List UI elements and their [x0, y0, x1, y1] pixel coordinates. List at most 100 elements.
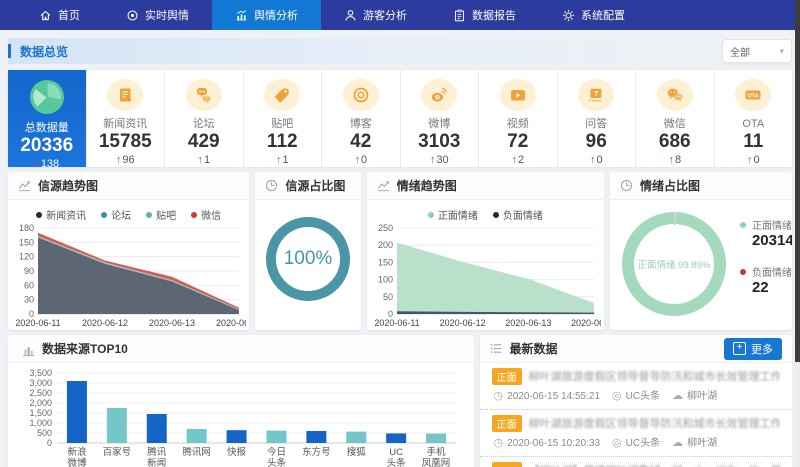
svg-text:2020-06-14: 2020-06-14: [571, 318, 601, 328]
legend-item: 负面情绪: [493, 207, 543, 222]
stat-delta: ↑0: [590, 153, 603, 167]
delta-value: 96: [122, 154, 134, 166]
news-meta: ◷2020-06-15 14:55:21◎UC头条☁柳叶湖: [492, 390, 780, 403]
stat-card-2[interactable]: 新闻资讯15785↑96: [87, 70, 166, 167]
nav-item-6[interactable]: 系统配置: [539, 0, 648, 30]
chart-legend: 新闻资讯论坛贴吧微信: [8, 200, 249, 223]
svg-text:150: 150: [378, 257, 393, 267]
up-arrow-icon: ↑: [430, 154, 436, 166]
stat-card-6[interactable]: 微博3103↑30: [401, 70, 480, 167]
panel-header: 数据来源TOP10: [8, 335, 474, 363]
svg-text:2020-06-13: 2020-06-13: [505, 318, 551, 328]
news-list: 正面柳叶湖旅游度假区领导督导防汛和城市长效管理工作◷2020-06-15 14:…: [480, 363, 792, 467]
news-time: 2020-06-15 14:55:21: [507, 390, 600, 403]
up-arrow-icon: ↑: [116, 154, 122, 166]
svg-text:2020-06-11: 2020-06-11: [374, 318, 419, 328]
home-icon: [39, 9, 52, 22]
stat-card-7[interactable]: 视频72↑2: [479, 70, 558, 167]
target-icon: [126, 9, 139, 22]
stat-value: 96: [586, 131, 607, 153]
nav-item-4[interactable]: 游客分析: [321, 0, 430, 30]
svg-text:搜狐: 搜狐: [347, 446, 367, 458]
data-range-select[interactable]: 全部 ▾: [722, 39, 792, 63]
stat-value: 3103: [418, 131, 460, 153]
svg-text:30: 30: [24, 295, 34, 305]
sentiment-badge: 正面: [492, 462, 522, 467]
stat-card-9[interactable]: 微信686↑8: [636, 70, 715, 167]
sentiment-trend-chart: 0501001502002502020-06-112020-06-122020-…: [367, 223, 601, 329]
stat-delta: ↑0: [354, 153, 367, 167]
svg-text:1,500: 1,500: [29, 408, 52, 418]
stat-card-4[interactable]: 贴吧112↑1: [244, 70, 323, 167]
nav-item-2[interactable]: 实时舆情: [103, 0, 212, 30]
top-nav: 首页 实时舆情舆情分析游客分析数据报告系统配置: [0, 0, 800, 30]
news-title: 柳叶湖旅游度假区领导督导防汛和城市长效管理工作: [529, 368, 780, 384]
svg-text:2020-06-13: 2020-06-13: [149, 318, 195, 328]
legend-item: 贴吧: [146, 207, 176, 222]
news-source-group: ◎UC头条: [612, 390, 660, 403]
stat-delta: ↑8: [668, 153, 681, 167]
news-item-3[interactable]: 正面【柳叶湖】常德柳叶湖集城、湖、山、洲为一体，是天然氧吧的生态综合旅…◷202…: [480, 457, 792, 467]
stat-label: 微信: [664, 118, 686, 131]
scrollbar[interactable]: [795, 0, 800, 467]
legend-value: 22: [752, 279, 792, 297]
stat-card-10[interactable]: OTAOTA11↑0: [715, 70, 793, 167]
report-icon: [453, 9, 466, 22]
charts-row: 信源趋势图 新闻资讯论坛贴吧微信 03060901201501802020-06…: [8, 172, 792, 330]
nav-item-label: 首页: [58, 7, 80, 23]
clock-icon: ◷: [494, 390, 504, 403]
stat-card-5[interactable]: 博客42↑0: [322, 70, 401, 167]
legend-dot: [740, 269, 746, 275]
delta-value: 0: [753, 154, 759, 166]
svg-text:180: 180: [19, 223, 34, 233]
sentiment-legend-item: 正面情绪20314: [740, 217, 792, 250]
news-source-group: ◎UC头条: [612, 437, 660, 450]
news-author-group: ☁柳叶湖: [672, 437, 717, 450]
news-item-2[interactable]: 正面柳叶湖旅游度假区领导督导防汛和城市长效管理工作◷2020-06-15 10:…: [480, 410, 792, 457]
legend-label: 新闻资讯: [46, 207, 86, 222]
globe-icon: ◎: [612, 390, 622, 403]
panel-title: 信源趋势图: [38, 177, 98, 194]
nav-item-1[interactable]: 首页: [16, 0, 103, 30]
panel-title: 最新数据: [510, 340, 558, 357]
globe-icon: ◎: [612, 437, 622, 450]
stat-card-8[interactable]: ?问答96↑0: [558, 70, 637, 167]
delta-value: 1: [282, 154, 288, 166]
svg-text:2020-06-12: 2020-06-12: [439, 318, 485, 328]
donut-notch: [674, 212, 676, 225]
panel-header: 最新数据 + 更多: [480, 335, 792, 363]
svg-text:50: 50: [383, 292, 393, 302]
list-icon: [490, 342, 503, 355]
more-button[interactable]: + 更多: [724, 338, 782, 360]
news-item-top: 正面柳叶湖旅游度假区领导督导防汛和城市长效管理工作: [492, 416, 780, 430]
up-arrow-icon: ↑: [511, 154, 517, 166]
stat-delta: ↑30: [430, 153, 449, 167]
stat-value: 42: [350, 131, 371, 153]
scrollbar-thumb[interactable]: [795, 0, 800, 362]
svg-text:腾讯网: 腾讯网: [182, 446, 211, 458]
sentiment-share-donut: 正面情绪 99.89%: [622, 212, 726, 316]
wechat-icon: [657, 79, 693, 111]
pie-chart-icon: [620, 179, 633, 192]
news-item-1[interactable]: 正面柳叶湖旅游度假区领导督导防汛和城市长效管理工作◷2020-06-15 14:…: [480, 363, 792, 410]
stat-card-3[interactable]: 论坛429↑1: [165, 70, 244, 167]
legend-label: 正面情绪: [438, 207, 478, 222]
svg-text:2020-06-11: 2020-06-11: [15, 318, 60, 328]
chevron-down-icon: ▾: [779, 46, 784, 57]
cloud-icon: ☁: [672, 390, 683, 403]
legend-dot: [101, 212, 107, 218]
svg-text:腾讯: 腾讯: [147, 446, 167, 458]
nav-item-3[interactable]: 舆情分析: [212, 0, 321, 30]
svg-text:200: 200: [378, 240, 393, 250]
legend-label: 贴吧: [156, 207, 176, 222]
svg-text:头条: 头条: [387, 457, 407, 467]
qa-icon: ?: [578, 79, 614, 111]
analytics-icon: [235, 9, 248, 22]
svg-text:2,500: 2,500: [29, 388, 52, 398]
source-share-donut: 100%: [266, 217, 350, 301]
nav-item-5[interactable]: 数据报告: [430, 0, 539, 30]
stat-value: 15785: [99, 131, 152, 153]
donut-percent: 100%: [284, 248, 333, 270]
stat-card-1[interactable]: 总数据量20336↑138: [8, 70, 87, 167]
news-time-group: ◷2020-06-15 14:55:21: [494, 390, 600, 403]
